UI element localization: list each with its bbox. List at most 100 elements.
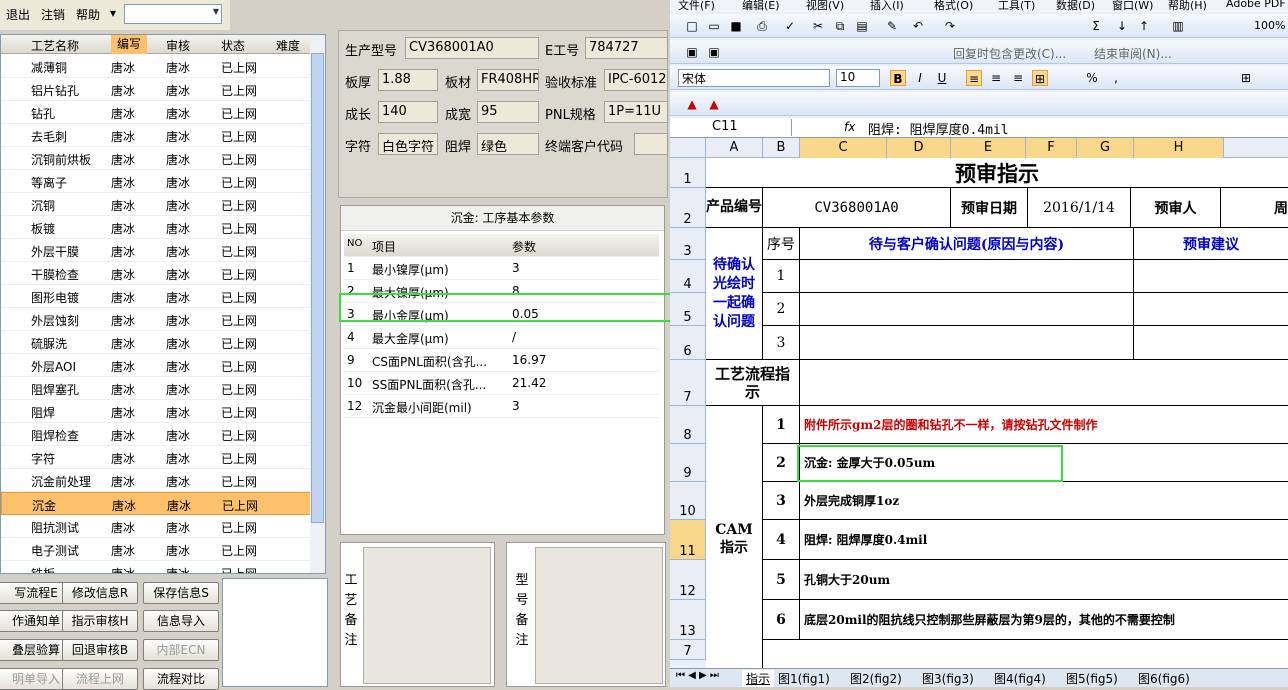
save-icon[interactable]: ■ <box>728 18 744 34</box>
excel-menu-pdf[interactable]: Adobe PDF <box>1226 0 1286 10</box>
table-row[interactable]: 阻焊 唐冰 唐冰 已上网 <box>1 400 311 423</box>
font-size-combo[interactable]: 10 <box>836 69 880 87</box>
table-row[interactable]: 减薄铜 唐冰 唐冰 已上网 <box>1 55 311 78</box>
internal-ecn-button[interactable]: 内部ECN <box>143 639 219 661</box>
tab-nav-icons[interactable]: ⏮ ◀ ▶ ⏭ <box>676 670 719 681</box>
format-painter-icon[interactable]: ✎ <box>884 18 900 34</box>
issue-num-3[interactable]: 3 <box>763 326 800 360</box>
table-row[interactable]: 阻焊检查 唐冰 唐冰 已上网 <box>1 423 311 446</box>
cam-text[interactable]: 沉金: 金厚大于0.05um <box>800 444 1288 482</box>
param-row[interactable]: 1 最小镍厚(μm) 3 <box>344 257 659 280</box>
spell-icon[interactable]: ✓ <box>782 18 798 34</box>
table-row[interactable]: 硫脲洗 唐冰 唐冰 已上网 <box>1 331 311 354</box>
print-icon[interactable]: ⎙ <box>754 18 770 34</box>
col-c[interactable]: C <box>800 138 887 158</box>
table-row[interactable]: 电子测试 唐冰 唐冰 已上网 <box>1 538 311 561</box>
param-row[interactable]: 4 最大金厚(μm) / <box>344 326 659 349</box>
comma-icon[interactable]: , <box>1108 70 1124 86</box>
issue-header[interactable]: 待与客户确认问题(原因与内容) <box>800 228 1134 260</box>
process-note-field[interactable] <box>363 547 491 684</box>
col-header-status[interactable]: 状态 <box>221 37 245 54</box>
cam-text[interactable]: 附件所示gm2层的圈和钻孔不一样，请按钻孔文件制作 <box>800 406 1288 444</box>
excel-menu-file[interactable]: 文件(F) <box>678 0 715 12</box>
process-flow-cell[interactable] <box>800 360 1288 406</box>
review-date-value[interactable]: 2016/1/14 <box>1028 188 1131 228</box>
model-note-field[interactable] <box>535 547 663 684</box>
col-header-author[interactable]: 编写 <box>111 35 148 54</box>
save-info-button[interactable]: 保存信息S <box>143 582 219 604</box>
char-field[interactable]: 白色字符 <box>378 133 438 155</box>
paste-icon[interactable]: ▤ <box>854 18 870 34</box>
param-row[interactable]: 10 SS面PNL面积(含孔... 21.42 <box>344 372 659 395</box>
zoom-combo[interactable]: 100% <box>1254 19 1285 32</box>
table-row[interactable]: 板镀 唐冰 唐冰 已上网 <box>1 216 311 239</box>
align-left-icon[interactable]: ≡ <box>966 70 982 86</box>
issue-cell-3[interactable] <box>800 326 1134 360</box>
reply-with-changes[interactable]: 回复时包含更改(C)... <box>953 45 1066 62</box>
param-col-value[interactable]: 参数 <box>512 238 536 255</box>
row-header[interactable]: 7 <box>670 640 706 660</box>
cam-text[interactable]: 外层完成铜厚1oz <box>800 482 1288 520</box>
mask-field[interactable]: 绿色 <box>477 133 539 155</box>
cam-num[interactable]: 5 <box>763 560 800 600</box>
info-import-button[interactable]: 信息导入 <box>143 610 219 632</box>
end-review[interactable]: 结束审阅(N)... <box>1094 45 1172 62</box>
issue-cell-2[interactable] <box>800 293 1134 326</box>
row-header[interactable]: 12 <box>670 560 706 600</box>
table-row[interactable]: 字符 唐冰 唐冰 已上网 <box>1 446 311 469</box>
param-row[interactable]: 3 最小金厚(μm) 0.05 <box>344 303 659 326</box>
menu-logout[interactable]: 注销 <box>41 6 65 23</box>
table-row[interactable]: 外层蚀刻 唐冰 唐冰 已上网 <box>1 308 311 331</box>
product-no-value[interactable]: CV368001A0 <box>763 188 951 228</box>
e-no-field[interactable]: 784727 <box>585 37 668 59</box>
cam-label[interactable]: CAM指示 <box>706 406 763 668</box>
row-header[interactable]: 13 <box>670 600 706 640</box>
table-row[interactable]: 阻焊塞孔 唐冰 唐冰 已上网 <box>1 377 311 400</box>
process-table-scrollbar[interactable] <box>310 35 325 573</box>
suggest-cell-3[interactable] <box>1134 326 1288 360</box>
fx-icon[interactable]: fx <box>844 120 855 134</box>
tab-fig4[interactable]: 图4(fig4) <box>994 670 1046 687</box>
tab-fig3[interactable]: 图3(fig3) <box>922 670 974 687</box>
formula-input[interactable]: 阻焊: 阻焊厚度0.4mil <box>868 119 1009 138</box>
table-row[interactable]: 等离子 唐冰 唐冰 已上网 <box>1 170 311 193</box>
table-row[interactable]: 图形电镀 唐冰 唐冰 已上网 <box>1 285 311 308</box>
param-col-item[interactable]: 项目 <box>372 238 396 255</box>
table-row[interactable]: 外层干膜 唐冰 唐冰 已上网 <box>1 239 311 262</box>
table-row[interactable]: 干膜检查 唐冰 唐冰 已上网 <box>1 262 311 285</box>
cam-num[interactable]: 2 <box>763 444 800 482</box>
table-row[interactable]: 沉铜前烘板 唐冰 唐冰 已上网 <box>1 147 311 170</box>
menu-combo-box[interactable] <box>124 4 222 24</box>
cam-num[interactable]: 4 <box>763 520 800 560</box>
cam-text[interactable]: 底层20mil的阻抗线只控制那些屏蔽层为第9层的，其他的不需要控制 <box>800 600 1288 640</box>
left-notes-box[interactable] <box>222 578 328 687</box>
borders-icon[interactable]: ⊞ <box>1238 70 1254 86</box>
undo-icon[interactable]: ↶ <box>910 18 926 34</box>
select-all-corner[interactable] <box>670 138 706 158</box>
table-row[interactable]: 铝片钻孔 唐冰 唐冰 已上网 <box>1 78 311 101</box>
thickness-field[interactable]: 1.88 <box>378 69 438 91</box>
param-row[interactable]: 9 CS面PNL面积(含孔... 16.97 <box>344 349 659 372</box>
process-flow-label[interactable]: 工艺流程指示 <box>706 360 800 406</box>
col-header-difficulty[interactable]: 难度 <box>276 37 300 54</box>
table-row[interactable]: 沉金 唐冰 唐冰 已上网 <box>1 492 311 515</box>
col-f[interactable]: F <box>1026 138 1077 158</box>
italic-icon[interactable]: I <box>912 70 928 86</box>
col-h[interactable]: H <box>1134 138 1224 158</box>
tab-fig6[interactable]: 图6(fig6) <box>1138 670 1190 687</box>
worksheet[interactable]: 预审指示 产品编号 CV368001A0 预审日期 2016/1/14 预审人 … <box>706 158 1288 668</box>
pending-label[interactable]: 待确认光绘时一起确认问题 <box>706 228 763 360</box>
name-box[interactable]: C11 <box>672 119 792 136</box>
copy-icon[interactable]: ⧉ <box>832 18 848 34</box>
cam-num[interactable]: 3 <box>763 482 800 520</box>
pdf-icon-2[interactable]: ▲ <box>706 96 722 112</box>
sum-icon[interactable]: Σ <box>1088 18 1104 34</box>
table-row[interactable]: 外层AOI 唐冰 唐冰 已上网 <box>1 354 311 377</box>
merge-icon[interactable]: ⊞ <box>1032 70 1048 86</box>
issue-num-2[interactable]: 2 <box>763 293 800 326</box>
review-icon[interactable]: ▣ <box>684 44 700 60</box>
chart-icon[interactable]: ▥ <box>1170 18 1186 34</box>
excel-menu-window[interactable]: 窗口(W) <box>1112 0 1153 12</box>
excel-menu-data[interactable]: 数据(D) <box>1056 0 1095 12</box>
tab-fig1[interactable]: 图1(fig1) <box>778 670 830 687</box>
